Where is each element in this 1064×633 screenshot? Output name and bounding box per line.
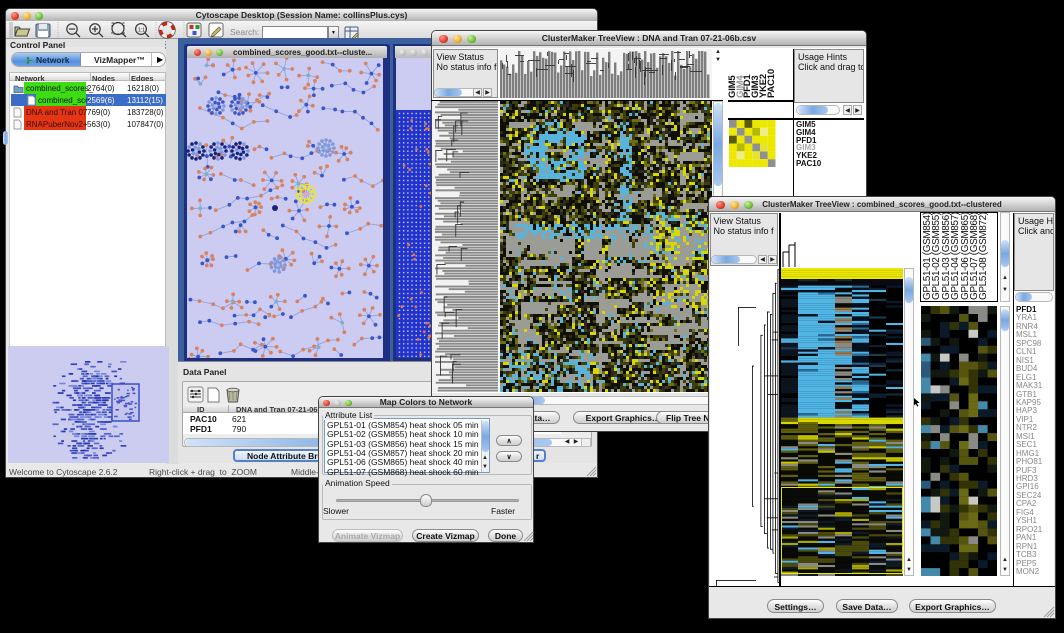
svg-text:1:1: 1:1 [138, 28, 145, 34]
